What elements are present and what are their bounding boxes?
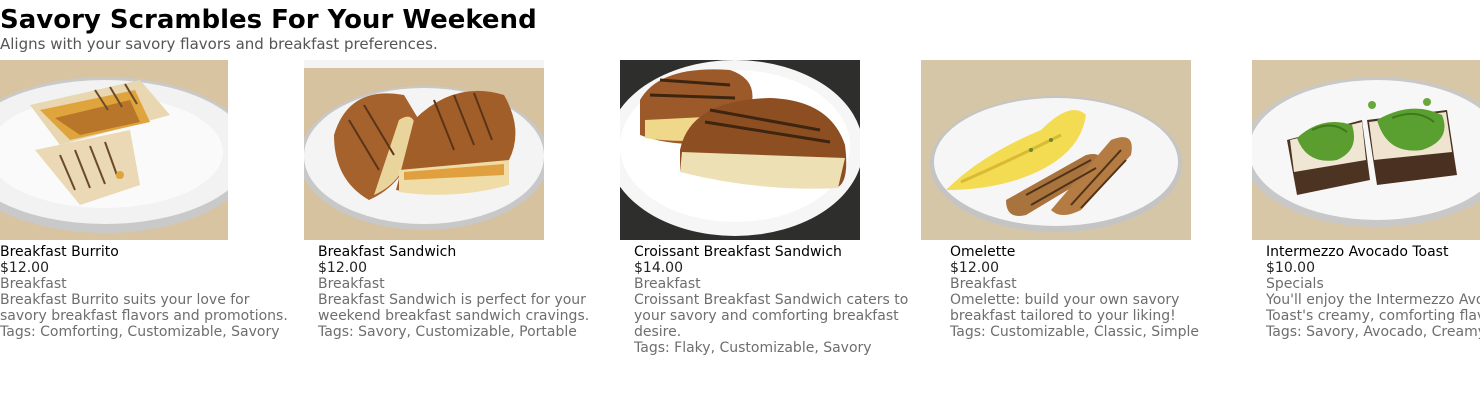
menu-card-omelette[interactable]: Omelette $12.00 Breakfast Omelette: buil…	[921, 60, 1221, 340]
avocado-toast-photo[interactable]	[1252, 60, 1480, 240]
item-tags: Tags: Customizable, Classic, Simple	[950, 324, 1200, 340]
item-description: Breakfast Sandwich is perfect for your w…	[318, 292, 590, 324]
item-description: Croissant Breakfast Sandwich caters to y…	[634, 292, 909, 340]
item-name[interactable]: Breakfast Sandwich	[318, 244, 604, 260]
item-price: $12.00	[318, 260, 367, 276]
item-name[interactable]: Omelette	[950, 244, 1221, 260]
item-name[interactable]: Croissant Breakfast Sandwich	[634, 244, 920, 260]
menu-card-intermezzo-avocado-toast[interactable]: Intermezzo Avocado Toast $10.00 Specials…	[1252, 60, 1480, 340]
burrito-photo[interactable]	[0, 60, 228, 240]
item-description: Omelette: build your own savory breakfas…	[950, 292, 1180, 324]
croissant-sandwich-photo[interactable]	[620, 60, 860, 240]
item-tags: Tags: Savory, Avocado, Creamy	[1266, 324, 1480, 340]
item-description: Breakfast Burrito suits your love for sa…	[0, 292, 288, 324]
page-subtitle: Aligns with your savory flavors and brea…	[0, 35, 438, 53]
item-category: Specials	[1266, 276, 1324, 292]
item-category: Breakfast	[634, 276, 701, 292]
item-tags: Tags: Comforting, Customizable, Savory	[0, 324, 280, 340]
omelette-photo[interactable]	[921, 60, 1191, 240]
page-title: Savory Scrambles For Your Weekend	[0, 5, 537, 35]
item-name[interactable]: Intermezzo Avocado Toast	[1266, 244, 1480, 260]
menu-card-breakfast-sandwich[interactable]: Breakfast Sandwich $12.00 Breakfast Brea…	[304, 60, 604, 340]
sandwich-photo[interactable]	[304, 60, 544, 240]
item-price: $10.00	[1266, 260, 1315, 276]
item-tags: Tags: Savory, Customizable, Portable	[318, 324, 577, 340]
item-category: Breakfast	[0, 276, 67, 292]
item-tags: Tags: Flaky, Customizable, Savory	[634, 340, 872, 356]
menu-card-croissant-breakfast-sandwich[interactable]: Croissant Breakfast Sandwich $14.00 Brea…	[620, 60, 920, 356]
item-price: $12.00	[0, 260, 49, 276]
item-price: $14.00	[634, 260, 683, 276]
item-category: Breakfast	[318, 276, 385, 292]
item-description: You'll enjoy the Intermezzo Avocado Toas…	[1266, 292, 1480, 324]
item-price: $12.00	[950, 260, 999, 276]
item-name[interactable]: Breakfast Burrito	[0, 244, 300, 260]
menu-card-breakfast-burrito[interactable]: Breakfast Burrito $12.00 Breakfast Break…	[0, 60, 300, 340]
item-category: Breakfast	[950, 276, 1017, 292]
